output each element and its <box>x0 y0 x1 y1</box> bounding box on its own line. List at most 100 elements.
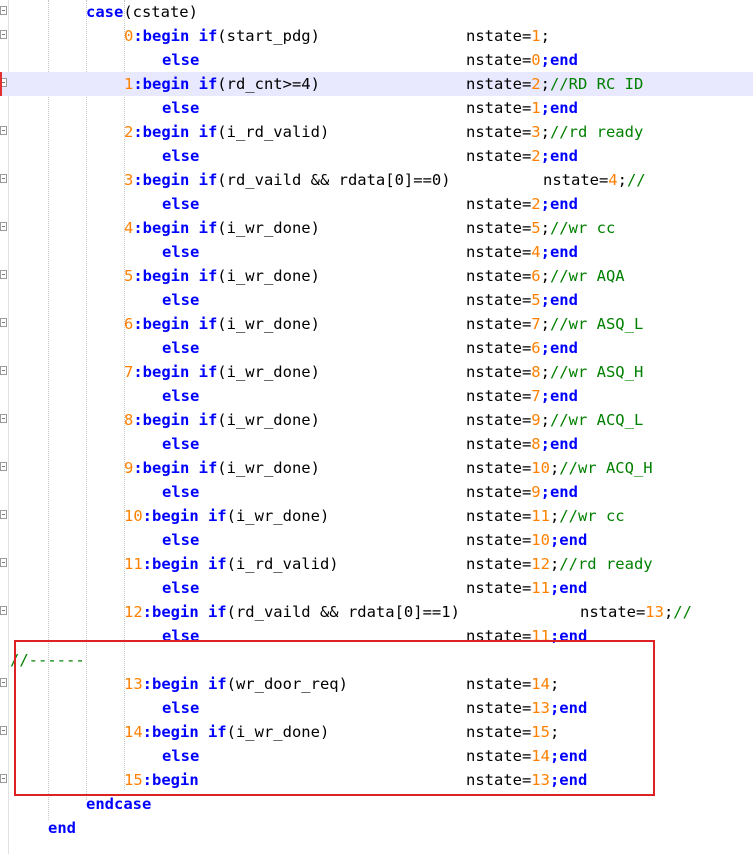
if-keyword: if <box>198 27 218 45</box>
case-item-line[interactable]: 2:begin if (i_rd_valid) nstate= 3;//rd ready <box>0 120 753 144</box>
fold-toggle-icon[interactable] <box>0 318 7 327</box>
case-item-line[interactable]: 6:begin if (i_wr_done) nstate= 7;//wr ASQ_L <box>0 312 753 336</box>
fold-toggle-icon[interactable] <box>0 678 7 687</box>
else-line[interactable]: else nstate= 9 ;end <box>0 480 753 504</box>
else-line[interactable]: else nstate= 0 ;end <box>0 48 753 72</box>
else-line[interactable]: else nstate= 10 ;end <box>0 528 753 552</box>
next-state-value: 11 <box>531 579 550 597</box>
begin-keyword: :begin <box>133 171 190 189</box>
fold-toggle-icon[interactable] <box>0 126 7 135</box>
case-item-line[interactable]: 0:begin if (start_pdg) nstate= 1; <box>0 24 753 48</box>
if-keyword: if <box>198 315 218 333</box>
else-keyword: else <box>162 531 200 549</box>
end-keyword: ;end <box>540 99 578 117</box>
end-keyword: ;end <box>540 195 578 213</box>
begin-keyword: :begin <box>133 315 190 333</box>
next-state: nstate= <box>466 195 532 213</box>
else-line[interactable]: else nstate= 4 ;end <box>0 240 753 264</box>
begin-keyword: :begin <box>133 411 190 429</box>
if-keyword: if <box>198 459 218 477</box>
fold-toggle-icon[interactable] <box>0 726 7 735</box>
next-state-value: 1 <box>531 27 541 45</box>
case-item-line[interactable]: 10:begin if (i_wr_done) nstate= 11;//wr cc <box>0 504 753 528</box>
case-item-line[interactable]: 1:begin if (rd_cnt>=4) nstate= 2;//RD RC ID <box>0 72 753 96</box>
condition: (i_wr_done) <box>217 267 320 285</box>
state-label: 3 <box>124 171 134 189</box>
next-state: nstate= <box>466 243 532 261</box>
case-item-line[interactable]: 7:begin if (i_wr_done) nstate= 8;//wr ASQ_H <box>0 360 753 384</box>
statement-end: ; <box>617 171 627 189</box>
next-state: nstate= <box>466 483 532 501</box>
fold-toggle-icon[interactable] <box>0 6 7 15</box>
else-line[interactable]: else nstate= 1 ;end <box>0 96 753 120</box>
state-label: 10 <box>124 507 143 525</box>
if-keyword: if <box>207 507 227 525</box>
case-item-line[interactable]: 8:begin if (i_wr_done) nstate= 9;//wr ACQ_L <box>0 408 753 432</box>
fold-toggle-icon[interactable] <box>0 270 7 279</box>
else-keyword: else <box>162 291 200 309</box>
case-item-line[interactable]: 4:begin if (i_wr_done) nstate= 5;//wr cc <box>0 216 753 240</box>
case-item-line[interactable]: 5:begin if (i_wr_done) nstate= 6;//wr AQA <box>0 264 753 288</box>
line-comment: //wr ACQ_H <box>559 459 653 477</box>
fold-toggle-icon[interactable] <box>0 774 7 783</box>
else-line[interactable]: else nstate= 8 ;end <box>0 432 753 456</box>
fold-toggle-icon[interactable] <box>0 222 7 231</box>
next-state-value: 7 <box>531 315 541 333</box>
case-item-line[interactable]: 12:begin if (rd_vaild && rdata[0]==1) nstat… <box>0 600 753 624</box>
else-line[interactable]: else nstate= 6 ;end <box>0 336 753 360</box>
else-line[interactable]: else nstate= 7 ;end <box>0 384 753 408</box>
fold-toggle-icon[interactable] <box>0 462 7 471</box>
if-keyword: if <box>198 363 218 381</box>
next-state-value: 2 <box>531 75 541 93</box>
next-state: nstate= <box>466 291 532 309</box>
else-line[interactable]: else nstate= 5 ;end <box>0 288 753 312</box>
line-comment: //wr AQA <box>549 267 625 285</box>
fold-toggle-icon[interactable] <box>0 606 7 615</box>
end-keyword: ;end <box>540 387 578 405</box>
next-state: nstate= <box>466 531 532 549</box>
else-keyword: else <box>162 243 200 261</box>
state-label: 6 <box>124 315 134 333</box>
next-state: nstate= <box>466 387 532 405</box>
state-label: 2 <box>124 123 134 141</box>
case-line[interactable]: case (cstate) <box>0 0 753 24</box>
case-item-line[interactable]: 9:begin if (i_wr_done) nstate= 10;//wr ACQ_H <box>0 456 753 480</box>
annotation-box <box>14 640 655 796</box>
fold-toggle-icon[interactable] <box>0 414 7 423</box>
else-keyword: else <box>162 99 200 117</box>
condition: (i_wr_done) <box>226 507 330 525</box>
next-state-value: 5 <box>531 291 541 309</box>
fold-toggle-icon[interactable] <box>0 366 7 375</box>
fold-toggle-icon[interactable] <box>0 558 7 567</box>
next-state: nstate= <box>466 123 532 141</box>
case-expr: (cstate) <box>123 3 198 21</box>
line-comment: //wr ACQ_L <box>549 411 644 429</box>
else-keyword: else <box>162 195 200 213</box>
condition: (i_wr_done) <box>217 363 320 381</box>
next-state: nstate= <box>466 51 532 69</box>
else-keyword: else <box>162 579 200 597</box>
next-state-value: 7 <box>531 387 541 405</box>
next-state: nstate= <box>466 27 532 45</box>
begin-keyword: :begin <box>142 507 199 525</box>
fold-toggle-icon[interactable] <box>0 174 7 183</box>
statement-end: ; <box>663 603 674 621</box>
else-line[interactable]: else nstate= 11 ;end <box>0 576 753 600</box>
next-state: nstate= <box>466 363 532 381</box>
begin-keyword: :begin <box>133 219 190 237</box>
else-line[interactable]: else nstate= 2 ;end <box>0 144 753 168</box>
state-label: 8 <box>124 411 134 429</box>
case-item-line[interactable]: 11:begin if (i_rd_valid) nstate= 12;//rd rea… <box>0 552 753 576</box>
next-state-value: 3 <box>531 123 541 141</box>
state-label: 11 <box>124 555 143 573</box>
end-keyword: ;end <box>540 483 578 501</box>
fold-toggle-icon[interactable] <box>0 510 7 519</box>
if-keyword: if <box>198 267 218 285</box>
case-item-line[interactable]: 3:begin if (rd_vaild && rdata[0]==0) nstate… <box>0 168 753 192</box>
else-line[interactable]: else nstate= 2 ;end <box>0 192 753 216</box>
end-line[interactable]: end <box>0 816 753 840</box>
state-label: 12 <box>124 603 143 621</box>
begin-keyword: :begin <box>133 267 190 285</box>
fold-toggle-icon[interactable] <box>0 30 7 39</box>
state-label: 0 <box>124 27 134 45</box>
